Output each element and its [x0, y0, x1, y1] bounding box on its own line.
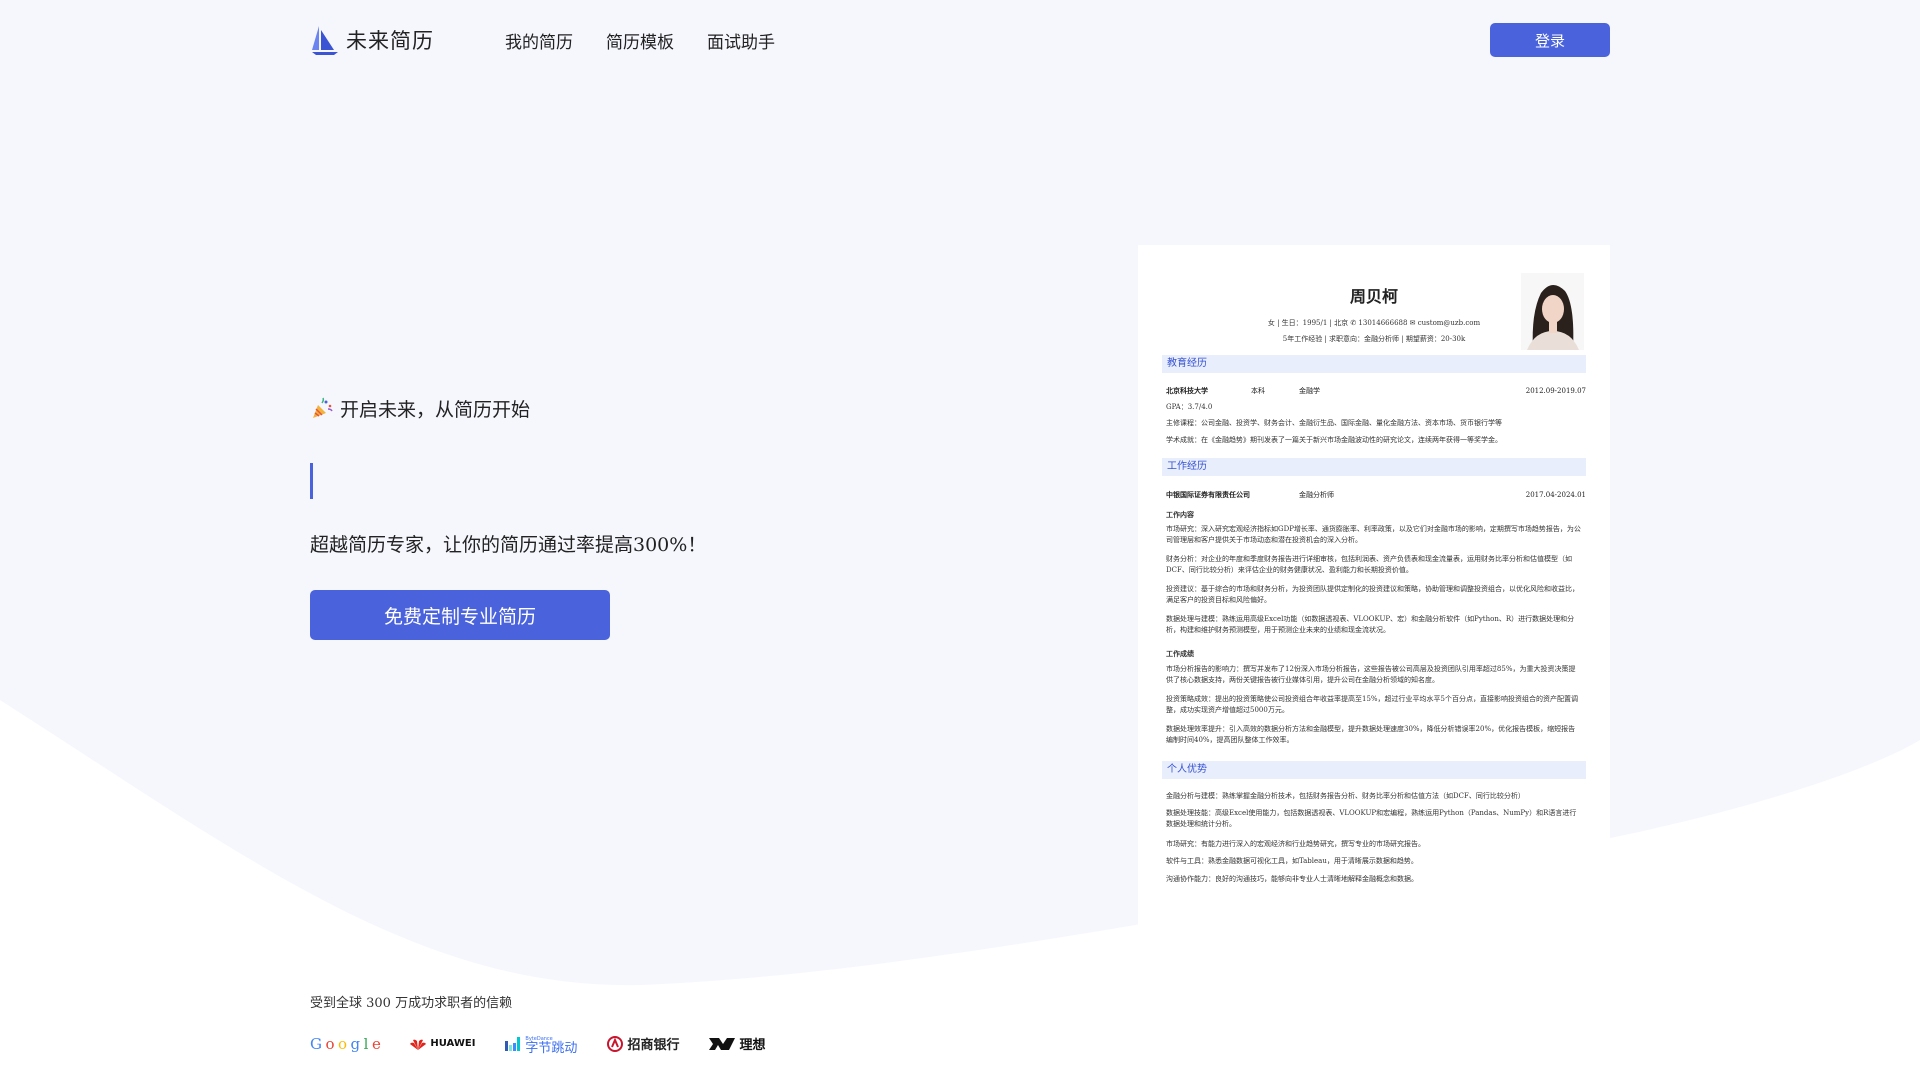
lixiang-logo: 理想: [709, 1034, 765, 1053]
work-row: 中银国际证券有限责任公司 金融分析师 2017.04-2024.01: [1166, 490, 1586, 500]
partner-logos: Google HUAWEI ByteDance 字节跳动 招商银行 理想: [310, 1034, 765, 1055]
work-content-label: 工作内容: [1166, 510, 1194, 519]
education-major: 金融学: [1299, 387, 1320, 395]
google-logo: Google: [310, 1034, 381, 1053]
strength-item: 金融分析与建模：熟练掌握金融分析技术，包括财务报告分析、财务比率分析和估值方法（…: [1166, 792, 1525, 800]
work-result: 数据处理效率提升：引入高效的数据分析方法和金融模型，提升数据处理速度30%，降低…: [1166, 725, 1576, 744]
background-wave: [0, 700, 1920, 1080]
work-item: 投资建议：基于综合的市场和财务分析，为投资团队提供定制化的投资建议和策略，协助管…: [1166, 585, 1579, 604]
work-item: 市场研究：深入研究宏观经济指标如GDP增长率、通货膨胀率、利率政策，以及它们对金…: [1166, 525, 1581, 544]
sail-logo-icon: [312, 26, 338, 55]
strength-item: 沟通协作能力：良好的沟通技巧，能够向非专业人士清晰地解释金融概念和数据。: [1166, 875, 1418, 883]
hero-tagline: 开启未来，从简历开始: [310, 395, 530, 422]
work-title: 金融分析师: [1299, 491, 1334, 499]
trust-statement: 受到全球 300 万成功求职者的信赖: [310, 996, 513, 1011]
section-education-header: 教育经历: [1162, 355, 1586, 373]
cmb-logo: 招商银行: [607, 1034, 679, 1053]
strength-item: 软件与工具：熟悉金融数据可视化工具，如Tableau，用于清晰展示数据和趋势。: [1166, 857, 1418, 865]
education-courses: 主修课程：公司金融、投资学、财务会计、金融衍生品、国际金融、量化金融方法、资本市…: [1166, 419, 1502, 427]
huawei-logo: HUAWEI: [410, 1038, 475, 1050]
strength-item: 市场研究：有能力进行深入的宏观经济和行业趋势研究，撰写专业的市场研究报告。: [1166, 840, 1425, 848]
typing-cursor: [310, 463, 313, 499]
brand-name: 未来简历: [346, 29, 434, 53]
nav-resume-templates[interactable]: 简历模板: [606, 28, 674, 53]
strength-item: 数据处理技能：高级Excel使用能力，包括数据透视表、VLOOKUP和宏编程，熟…: [1166, 809, 1577, 828]
work-company: 中银国际证券有限责任公司: [1166, 490, 1250, 499]
nav-links: 我的简历 简历模板 面试助手: [505, 28, 775, 53]
education-degree: 本科: [1251, 387, 1265, 395]
education-school: 北京科技大学: [1166, 386, 1208, 395]
resume-preview[interactable]: 周贝柯 女 | 生日：1995/1 | 北京 ✆ 13014666688 ✉ c…: [1138, 245, 1610, 1035]
hero-subtitle: 超越简历专家，让你的简历通过率提高300%！: [310, 534, 707, 556]
work-item: 数据处理与建模：熟练运用高级Excel功能（如数据透视表、VLOOKUP、宏）和…: [1166, 615, 1575, 634]
tagline-text: 开启未来，从简历开始: [340, 399, 531, 421]
login-button[interactable]: 登录: [1490, 23, 1610, 57]
education-achievements: 学术成就：在《金融趋势》期刊发表了一篇关于新兴市场金融波动性的研究论文，连续两年…: [1166, 436, 1502, 444]
work-results-label: 工作成绩: [1166, 649, 1194, 658]
cmb-emblem-icon: [607, 1035, 624, 1052]
section-work-header: 工作经历: [1162, 458, 1586, 476]
huawei-flower-icon: [410, 1039, 427, 1050]
work-result: 市场分析报告的影响力：撰写并发布了12份深入市场分析报告，这些报告被公司高层及投…: [1166, 665, 1576, 684]
education-row: 北京科技大学 本科 金融学 2012.09-2019.07: [1166, 386, 1586, 396]
section-strengths-header: 个人优势: [1162, 761, 1586, 779]
party-popper-icon: [313, 397, 333, 418]
hero-section: 开启未来，从简历开始 超越简历专家，让你的简历通过率提高300%！ 免费定制专业…: [310, 395, 706, 640]
resume-photo: [1521, 273, 1584, 350]
nav-interview-assistant[interactable]: 面试助手: [707, 28, 775, 53]
bytedance-logo: ByteDance 字节跳动: [505, 1035, 577, 1055]
bytedance-bars-icon: [505, 1036, 521, 1051]
top-navigation: 未来简历 我的简历 简历模板 面试助手 登录: [0, 0, 1920, 80]
brand-logo[interactable]: 未来简历: [310, 24, 434, 56]
lixiang-mark-icon: [709, 1037, 736, 1050]
work-result: 投资策略成效：提出的投资策略使公司投资组合年收益率提高至15%，超过行业平均水平…: [1166, 695, 1579, 714]
work-date: 2017.04-2024.01: [1525, 491, 1586, 499]
education-date: 2012.09-2019.07: [1525, 387, 1586, 395]
education-gpa: GPA：3.7/4.0: [1166, 403, 1213, 411]
work-item: 财务分析：对企业的年度和季度财务报告进行详细审核，包括利润表、资产负债表和现金流…: [1166, 555, 1572, 574]
nav-my-resume[interactable]: 我的简历: [505, 28, 573, 53]
create-resume-button[interactable]: 免费定制专业简历: [310, 590, 610, 640]
